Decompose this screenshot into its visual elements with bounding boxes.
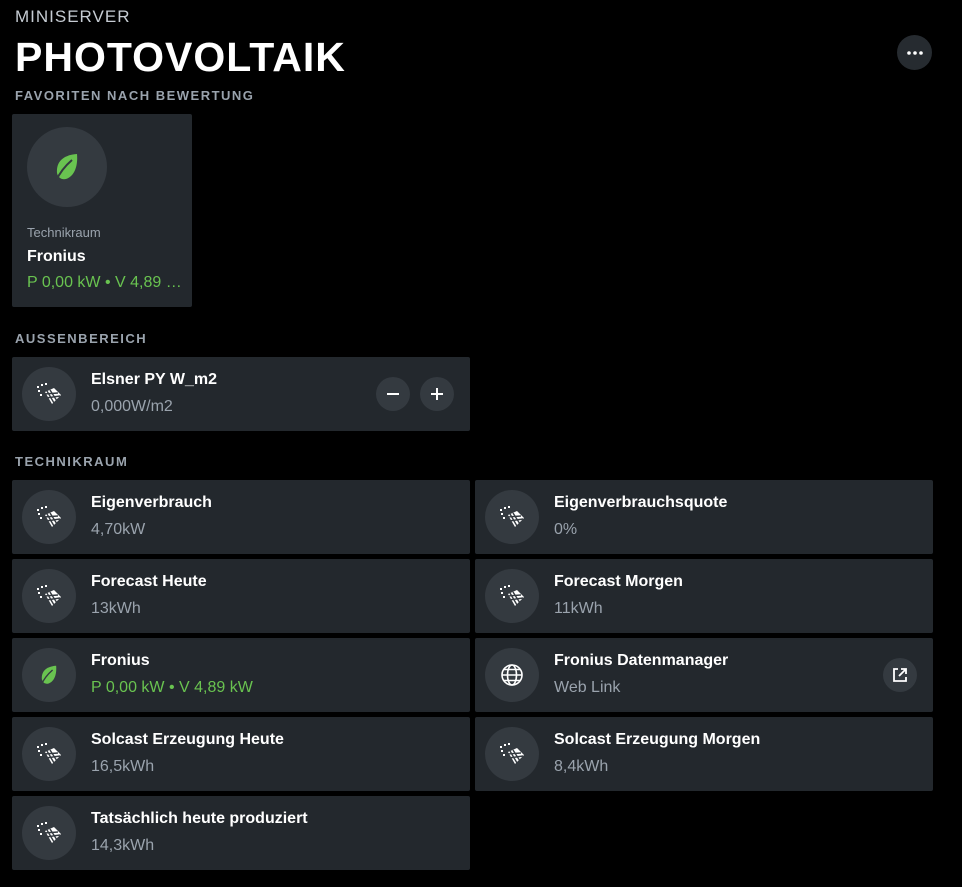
tile-value: 8,4kWh bbox=[554, 758, 609, 775]
tile-name: Fronius Datenmanager bbox=[554, 652, 729, 669]
external-link-icon bbox=[892, 667, 908, 683]
section-outdoor-label: AUSSENBEREICH bbox=[15, 331, 148, 346]
miniserver-label: MINISERVER bbox=[15, 7, 131, 26]
solar-panel-icon bbox=[36, 742, 62, 766]
tile-icon-circle bbox=[22, 727, 76, 781]
tile-icon-circle bbox=[22, 806, 76, 860]
increase-button[interactable] bbox=[420, 377, 454, 411]
more-dots-icon bbox=[906, 50, 923, 55]
minus-icon bbox=[386, 387, 400, 401]
tile-name: Eigenverbrauch bbox=[91, 494, 212, 511]
tile-forecast-morgen[interactable]: Forecast Morgen 11kWh bbox=[475, 559, 933, 633]
tile-eigenverbrauchsquote[interactable]: Eigenverbrauchsquote 0% bbox=[475, 480, 933, 554]
favorite-room: Technikraum bbox=[27, 225, 101, 240]
tile-tatsächlich-heute-produziert[interactable]: Tatsächlich heute produziert 14,3kWh bbox=[12, 796, 470, 870]
tile-value: Web Link bbox=[554, 679, 621, 696]
tile-name: Elsner PY W_m2 bbox=[91, 371, 217, 388]
tile-value: 14,3kWh bbox=[91, 837, 155, 854]
tile-name: Fronius bbox=[91, 652, 150, 669]
favorite-icon-circle bbox=[27, 127, 107, 207]
tile-icon-circle bbox=[485, 648, 539, 702]
page-title: PHOTOVOLTAIK bbox=[15, 34, 346, 80]
solar-panel-icon bbox=[499, 584, 525, 608]
tile-name: Forecast Heute bbox=[91, 573, 207, 590]
more-options-button[interactable] bbox=[897, 35, 932, 70]
tile-name: Eigenverbrauchsquote bbox=[554, 494, 728, 511]
leaf-icon bbox=[53, 152, 81, 182]
solar-panel-icon bbox=[499, 742, 525, 766]
plus-icon bbox=[430, 387, 444, 401]
decrease-button[interactable] bbox=[376, 377, 410, 411]
tile-solcast-erzeugung-heute[interactable]: Solcast Erzeugung Heute 16,5kWh bbox=[12, 717, 470, 791]
tile-icon-circle bbox=[485, 569, 539, 623]
tile-value: 4,70kW bbox=[91, 521, 146, 538]
globe-icon bbox=[500, 663, 524, 687]
leaf-icon bbox=[39, 664, 59, 686]
solar-panel-icon bbox=[36, 382, 62, 406]
tile-icon-circle bbox=[485, 490, 539, 544]
section-technik-label: TECHNIKRAUM bbox=[15, 454, 129, 469]
tile-value: 0% bbox=[554, 521, 578, 538]
tile-solcast-erzeugung-morgen[interactable]: Solcast Erzeugung Morgen 8,4kWh bbox=[475, 717, 933, 791]
favorite-value: P 0,00 kW • V 4,89 kW bbox=[27, 274, 187, 291]
tile-name: Tatsächlich heute produziert bbox=[91, 810, 308, 827]
tile-icon-circle bbox=[22, 569, 76, 623]
open-link-button[interactable] bbox=[883, 658, 917, 692]
solar-panel-icon bbox=[36, 821, 62, 845]
solar-panel-icon bbox=[499, 505, 525, 529]
tile-forecast-heute[interactable]: Forecast Heute 13kWh bbox=[12, 559, 470, 633]
tile-name: Solcast Erzeugung Morgen bbox=[554, 731, 761, 748]
tile-eigenverbrauch[interactable]: Eigenverbrauch 4,70kW bbox=[12, 480, 470, 554]
tile-name: Forecast Morgen bbox=[554, 573, 683, 590]
tile-value: P 0,00 kW • V 4,89 kW bbox=[91, 679, 253, 696]
tile-value: 16,5kWh bbox=[91, 758, 155, 775]
tile-icon-circle bbox=[22, 367, 76, 421]
tile-elsner-py[interactable]: Elsner PY W_m2 0,000W/m2 bbox=[12, 357, 470, 431]
favorite-name: Fronius bbox=[27, 248, 86, 265]
tile-fronius[interactable]: Fronius P 0,00 kW • V 4,89 kW bbox=[12, 638, 470, 712]
solar-panel-icon bbox=[36, 505, 62, 529]
solar-panel-icon bbox=[36, 584, 62, 608]
section-favorites-label: FAVORITEN NACH BEWERTUNG bbox=[15, 88, 255, 103]
tile-icon-circle bbox=[22, 490, 76, 544]
tile-value: 11kWh bbox=[554, 600, 603, 617]
tile-icon-circle bbox=[485, 727, 539, 781]
tile-name: Solcast Erzeugung Heute bbox=[91, 731, 284, 748]
tile-value: 13kWh bbox=[91, 600, 141, 617]
tile-icon-circle bbox=[22, 648, 76, 702]
tile-value: 0,000W/m2 bbox=[91, 398, 173, 415]
tile-fronius-datenmanager[interactable]: Fronius Datenmanager Web Link bbox=[475, 638, 933, 712]
favorite-card-fronius[interactable]: Technikraum Fronius P 0,00 kW • V 4,89 k… bbox=[12, 114, 192, 307]
